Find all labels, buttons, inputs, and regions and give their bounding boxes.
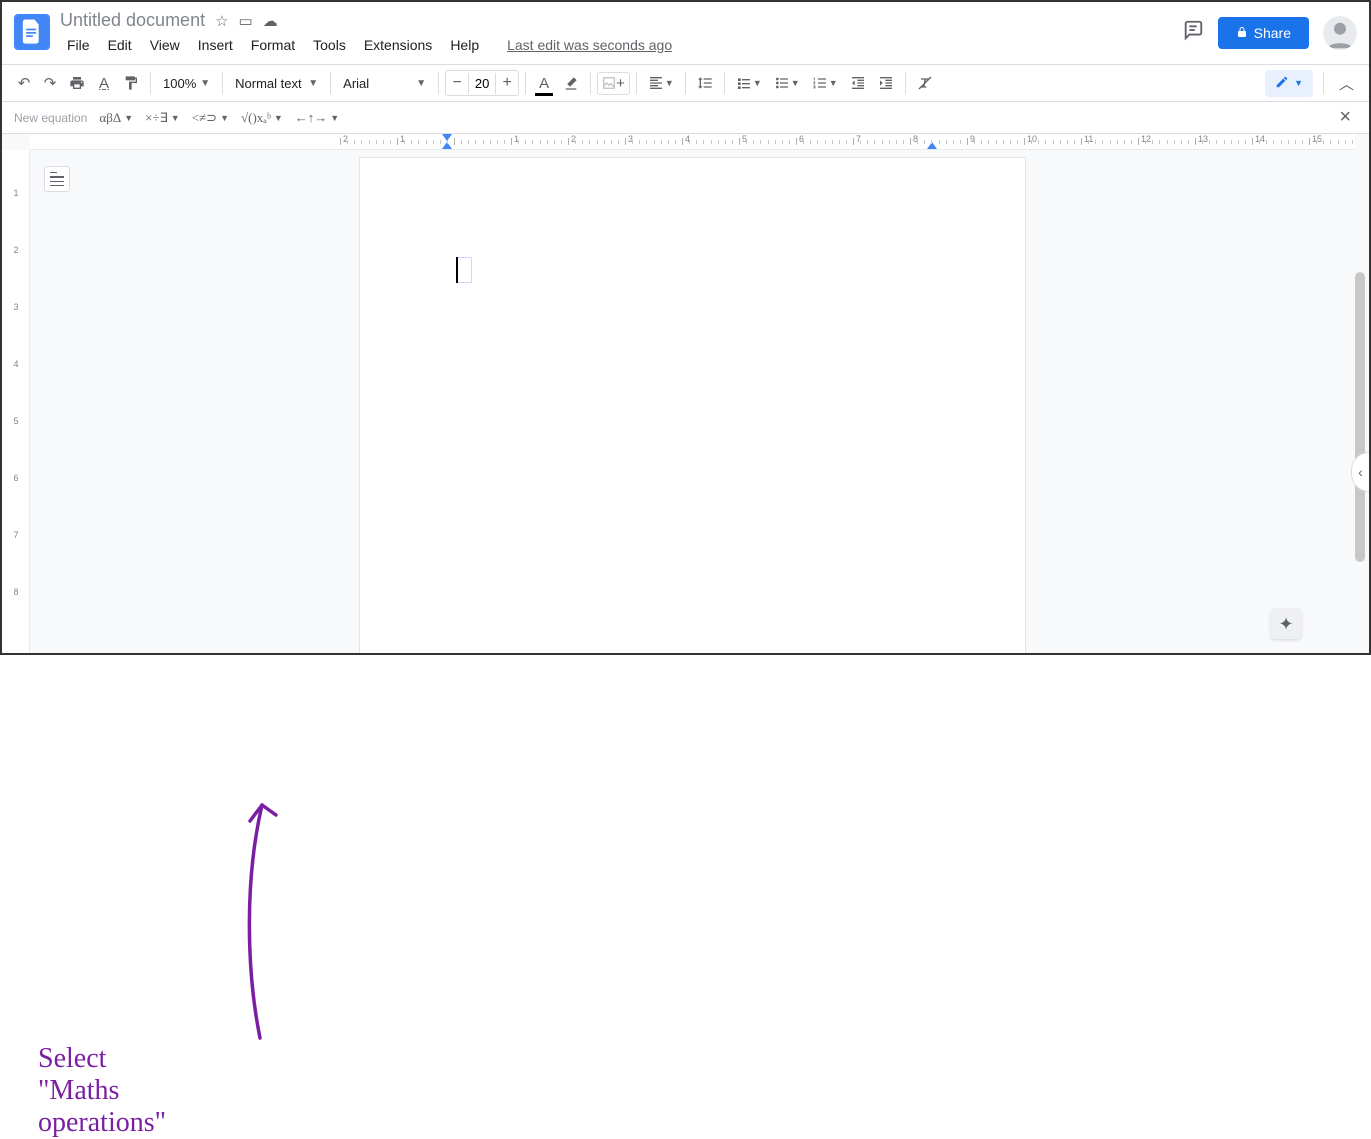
menubar: File Edit View Insert Format Tools Exten…	[60, 33, 1182, 57]
document-scroll-area[interactable]	[30, 150, 1355, 653]
style-select[interactable]: Normal text▼	[229, 72, 324, 95]
equation-close-button[interactable]: ×	[1333, 106, 1357, 129]
collapse-toolbar-button[interactable]: ︿	[1334, 68, 1359, 99]
equation-math-button[interactable]: √()xₐᵇ▼	[241, 110, 283, 126]
fontsize-decrease[interactable]: −	[446, 71, 468, 95]
checklist-button[interactable]: ▼	[731, 70, 767, 96]
fontsize-increase[interactable]: +	[496, 71, 518, 95]
main-toolbar: ↶ ↷ A̱ 100%▼ Normal text▼ Arial▼ − + A +…	[2, 64, 1369, 102]
text-color-button[interactable]: A	[532, 70, 556, 97]
menu-extensions[interactable]: Extensions	[357, 33, 439, 57]
equation-input-box[interactable]	[457, 257, 472, 283]
editing-mode-button[interactable]: ▼	[1265, 70, 1313, 97]
menu-edit[interactable]: Edit	[101, 33, 139, 57]
menu-tools[interactable]: Tools	[306, 33, 353, 57]
explore-button[interactable]: ✦	[1271, 609, 1301, 639]
zoom-select[interactable]: 100%▼	[157, 72, 216, 95]
text-cursor	[456, 257, 458, 283]
equation-relations-button[interactable]: <≠⊃▼	[192, 110, 229, 126]
cloud-status-icon[interactable]: ☁	[263, 12, 278, 30]
fontsize-group: − +	[445, 70, 519, 96]
indent-increase-button[interactable]	[873, 70, 899, 96]
bullet-list-button[interactable]: ▼	[769, 70, 805, 96]
print-button[interactable]	[64, 70, 90, 96]
highlight-button[interactable]	[558, 70, 584, 96]
menu-help[interactable]: Help	[443, 33, 486, 57]
indent-decrease-button[interactable]	[845, 70, 871, 96]
star-icon[interactable]: ☆	[215, 12, 228, 30]
account-avatar[interactable]	[1323, 16, 1357, 50]
insert-image-button[interactable]: +	[597, 72, 630, 95]
docs-logo[interactable]	[14, 14, 50, 50]
outline-toggle-button[interactable]	[44, 166, 70, 192]
document-page[interactable]	[360, 158, 1025, 653]
redo-button[interactable]: ↷	[38, 69, 62, 97]
workspace: 21123456789101112131415 12345678	[2, 134, 1369, 653]
new-equation-label[interactable]: New equation	[14, 111, 87, 125]
vertical-ruler[interactable]: 12345678	[2, 150, 30, 653]
align-button[interactable]: ▼	[643, 70, 679, 96]
menu-view[interactable]: View	[143, 33, 187, 57]
comments-icon[interactable]	[1182, 19, 1204, 47]
clear-format-button[interactable]	[912, 70, 938, 96]
app-header: Untitled document ☆ ▭ ☁ File Edit View I…	[2, 2, 1369, 64]
paint-format-button[interactable]	[118, 70, 144, 96]
document-title[interactable]: Untitled document	[60, 10, 205, 31]
menu-file[interactable]: File	[60, 33, 97, 57]
menu-format[interactable]: Format	[244, 33, 302, 57]
menu-insert[interactable]: Insert	[191, 33, 240, 57]
spellcheck-button[interactable]: A̱	[92, 70, 116, 97]
font-select[interactable]: Arial▼	[337, 72, 432, 95]
undo-button[interactable]: ↶	[12, 69, 36, 97]
equation-toolbar: New equation αβΔ▼ ×÷∃▼ <≠⊃▼ √()xₐᵇ▼ ←↑→▼…	[2, 102, 1369, 134]
numbered-list-button[interactable]: ▼	[807, 70, 843, 96]
pencil-icon	[1275, 75, 1289, 92]
last-edit-link[interactable]: Last edit was seconds ago	[500, 33, 679, 57]
lock-icon	[1236, 25, 1248, 41]
share-button[interactable]: Share	[1218, 17, 1309, 49]
annotation-text: Select "Maths operations"	[38, 1043, 166, 1139]
move-icon[interactable]: ▭	[239, 12, 253, 30]
horizontal-ruler[interactable]: 21123456789101112131415	[30, 134, 1355, 150]
share-label: Share	[1254, 25, 1291, 41]
equation-arrows-button[interactable]: ←↑→▼	[295, 110, 339, 126]
line-spacing-button[interactable]	[692, 70, 718, 96]
equation-greek-button[interactable]: αβΔ▼	[99, 110, 133, 126]
fontsize-input[interactable]	[468, 73, 496, 94]
equation-misc-button[interactable]: ×÷∃▼	[145, 110, 180, 126]
